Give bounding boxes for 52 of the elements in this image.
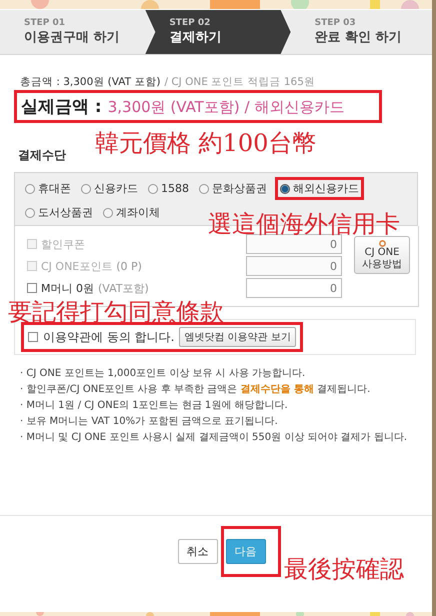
option-label[interactable]: 문화상품권 [212,181,267,196]
step-label: 결제하기 [169,29,222,46]
step-label: 이용권구매 하기 [24,29,121,46]
note-text: · M머니 및 CJ ONE 포인트 사용시 실제 결제금액이 550원 이상 되어야 결제가 됩니다. [20,431,408,445]
radio-button[interactable] [25,208,35,218]
section-title: 결제수단 [18,147,67,164]
radio-option[interactable]: 신용카드 [79,177,140,200]
actual-amount-label: 실제금액 : [21,96,102,118]
checkbox[interactable] [28,332,38,342]
note-text: · M머니 1원 / CJ ONE의 1포인트는 현금 1원에 해당합니다. [20,399,289,413]
step-label: 완료 확인 하기 [314,29,403,46]
step-number: STEP 03 [314,18,357,28]
discount-label: 할인쿠폰 [41,236,85,252]
option-label[interactable]: 휴대폰 [38,181,71,196]
radio-button[interactable] [25,184,35,194]
step-number: STEP 02 [169,18,212,28]
amount-field[interactable]: 0 [246,278,342,298]
radio-option[interactable]: 계좌이체 [101,204,162,221]
option-label[interactable]: 해외신용카드 [293,181,359,196]
option-label[interactable]: 1588 [161,182,189,195]
note-text: · 할인쿠폰/CJ ONE포인트 사용 후 부족한 금액은 결제수단을 통해 결제됩니다. [20,383,372,397]
discount-label: M머니 0원 [41,280,94,296]
checkbox[interactable] [27,283,37,293]
cancel-button[interactable]: 취소 [178,539,218,564]
total-amount: 총금액 : 3,300원 (VAT 포함) [20,75,160,89]
radio-button[interactable] [148,184,158,194]
discount-note: (0 P) [116,260,142,272]
note-text: · CJ ONE 포인트는 1,000포인트 이상 보유 시 사용 가능합니다. [20,367,306,381]
view-terms-button[interactable]: 엠넷닷컴 이용약관 보기 [179,327,296,347]
annotation-text: 韓元價格 約100台幣 [95,130,316,156]
annotation-text: 要記得打勾同意條款 [8,299,224,326]
radio-button[interactable] [199,184,209,194]
discount-note: (VAT포함) [98,280,149,296]
note-text: · 보유 M머니는 VAT 10%가 포함된 금액으로 표기됩니다. [20,415,279,429]
cj-one-help-button[interactable]: CJ ONE 사용방법 [354,236,410,274]
radio-option[interactable]: 도서상품권 [23,204,95,221]
option-label[interactable]: 계좌이체 [116,205,160,220]
ring-icon [378,240,386,247]
step-number: STEP 01 [24,18,66,28]
radio-option[interactable]: 1588 [146,177,191,200]
points-note: / CJ ONE 포인트 적립금 165원 [164,75,315,89]
radio-button[interactable] [280,184,290,194]
option-label[interactable]: 도서상품권 [38,205,93,220]
agreement-label: 이용약관에 동의 합니다. [43,328,174,346]
discount-label: CJ ONE포인트 [41,258,112,274]
radio-option[interactable]: 문화상품권 [197,177,269,200]
radio-button[interactable] [103,208,113,218]
option-label[interactable]: 신용카드 [94,181,138,196]
radio-button[interactable] [81,184,91,194]
annotation-text: 最後按確認 [284,556,404,582]
radio-option[interactable]: 휴대폰 [23,177,73,200]
actual-amount-value: 3,300원 (VAT포함) / 해외신용카드 [108,98,344,117]
